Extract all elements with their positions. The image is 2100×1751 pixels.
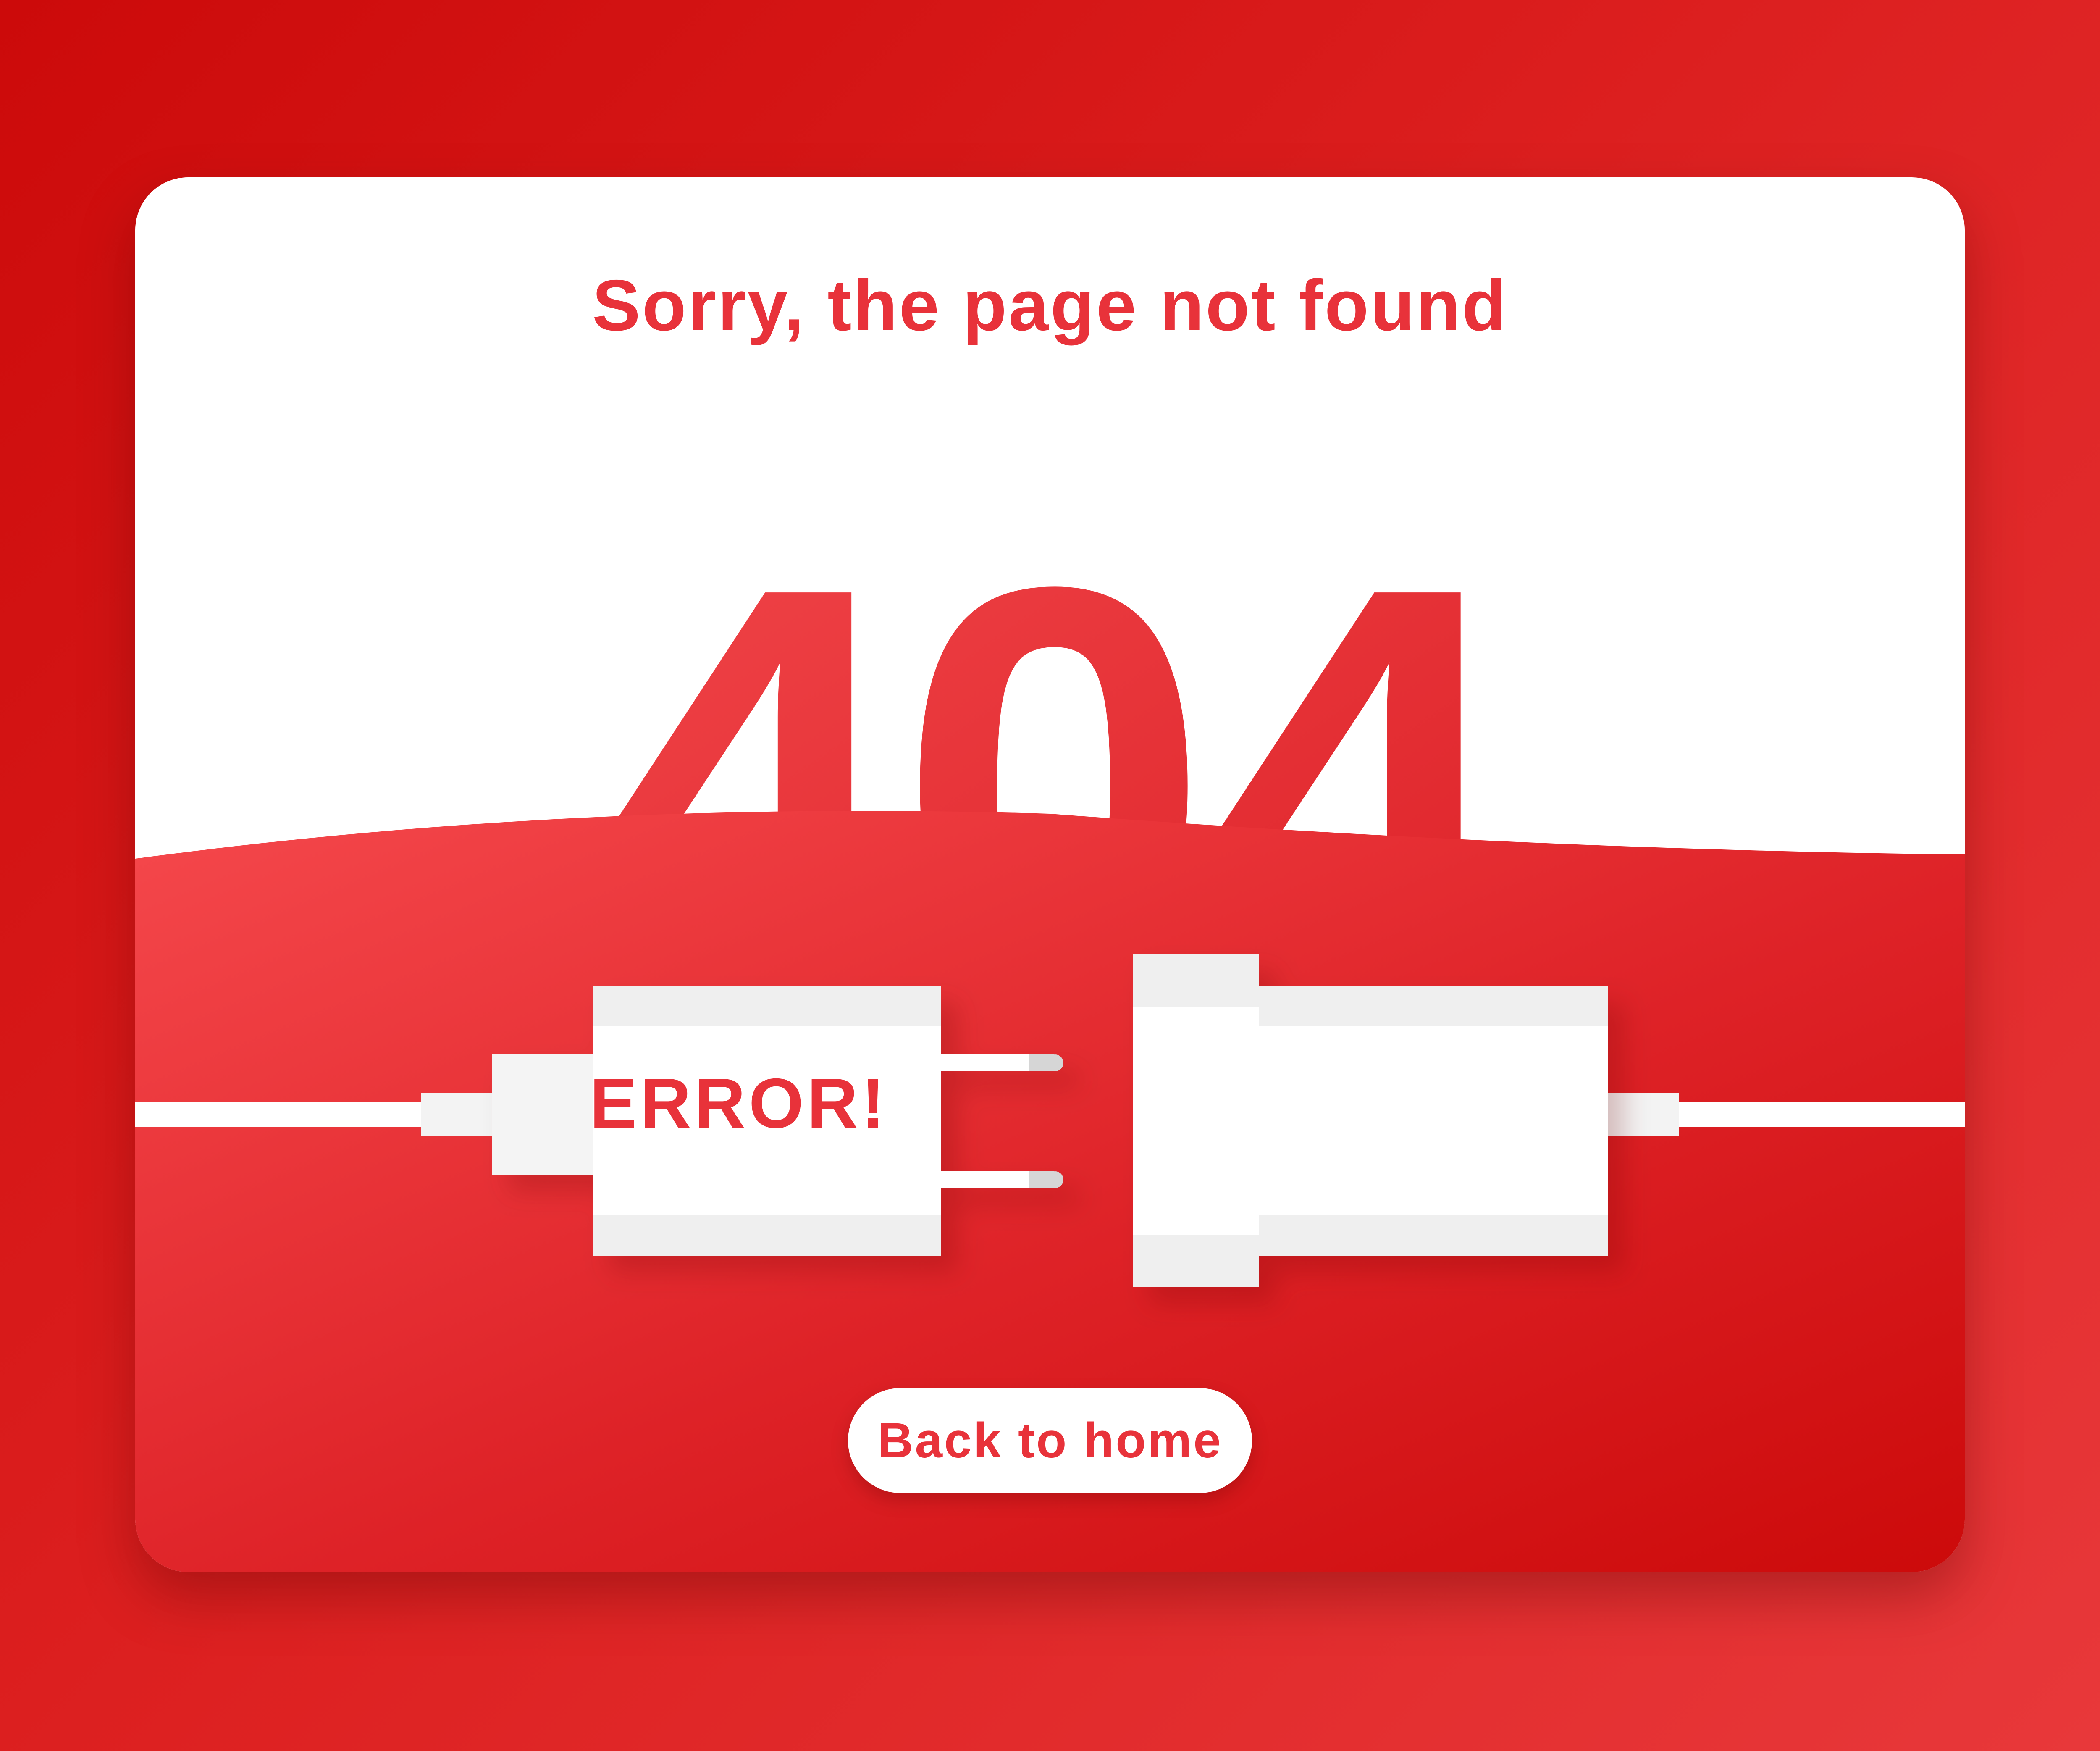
plug-error-label: ERROR! <box>590 1064 888 1143</box>
page-title: Sorry, the page not found <box>592 265 1508 346</box>
card-illustration: 404 <box>135 470 1965 1572</box>
back-to-home-button[interactable]: Back to home <box>848 1388 1252 1493</box>
error-card: 404 Sorry, the page not found ERROR! Bac… <box>135 177 1965 1572</box>
page-background: { "headline": "Sorry, the page not found… <box>0 0 2100 1751</box>
socket-icon <box>1133 954 1608 1287</box>
